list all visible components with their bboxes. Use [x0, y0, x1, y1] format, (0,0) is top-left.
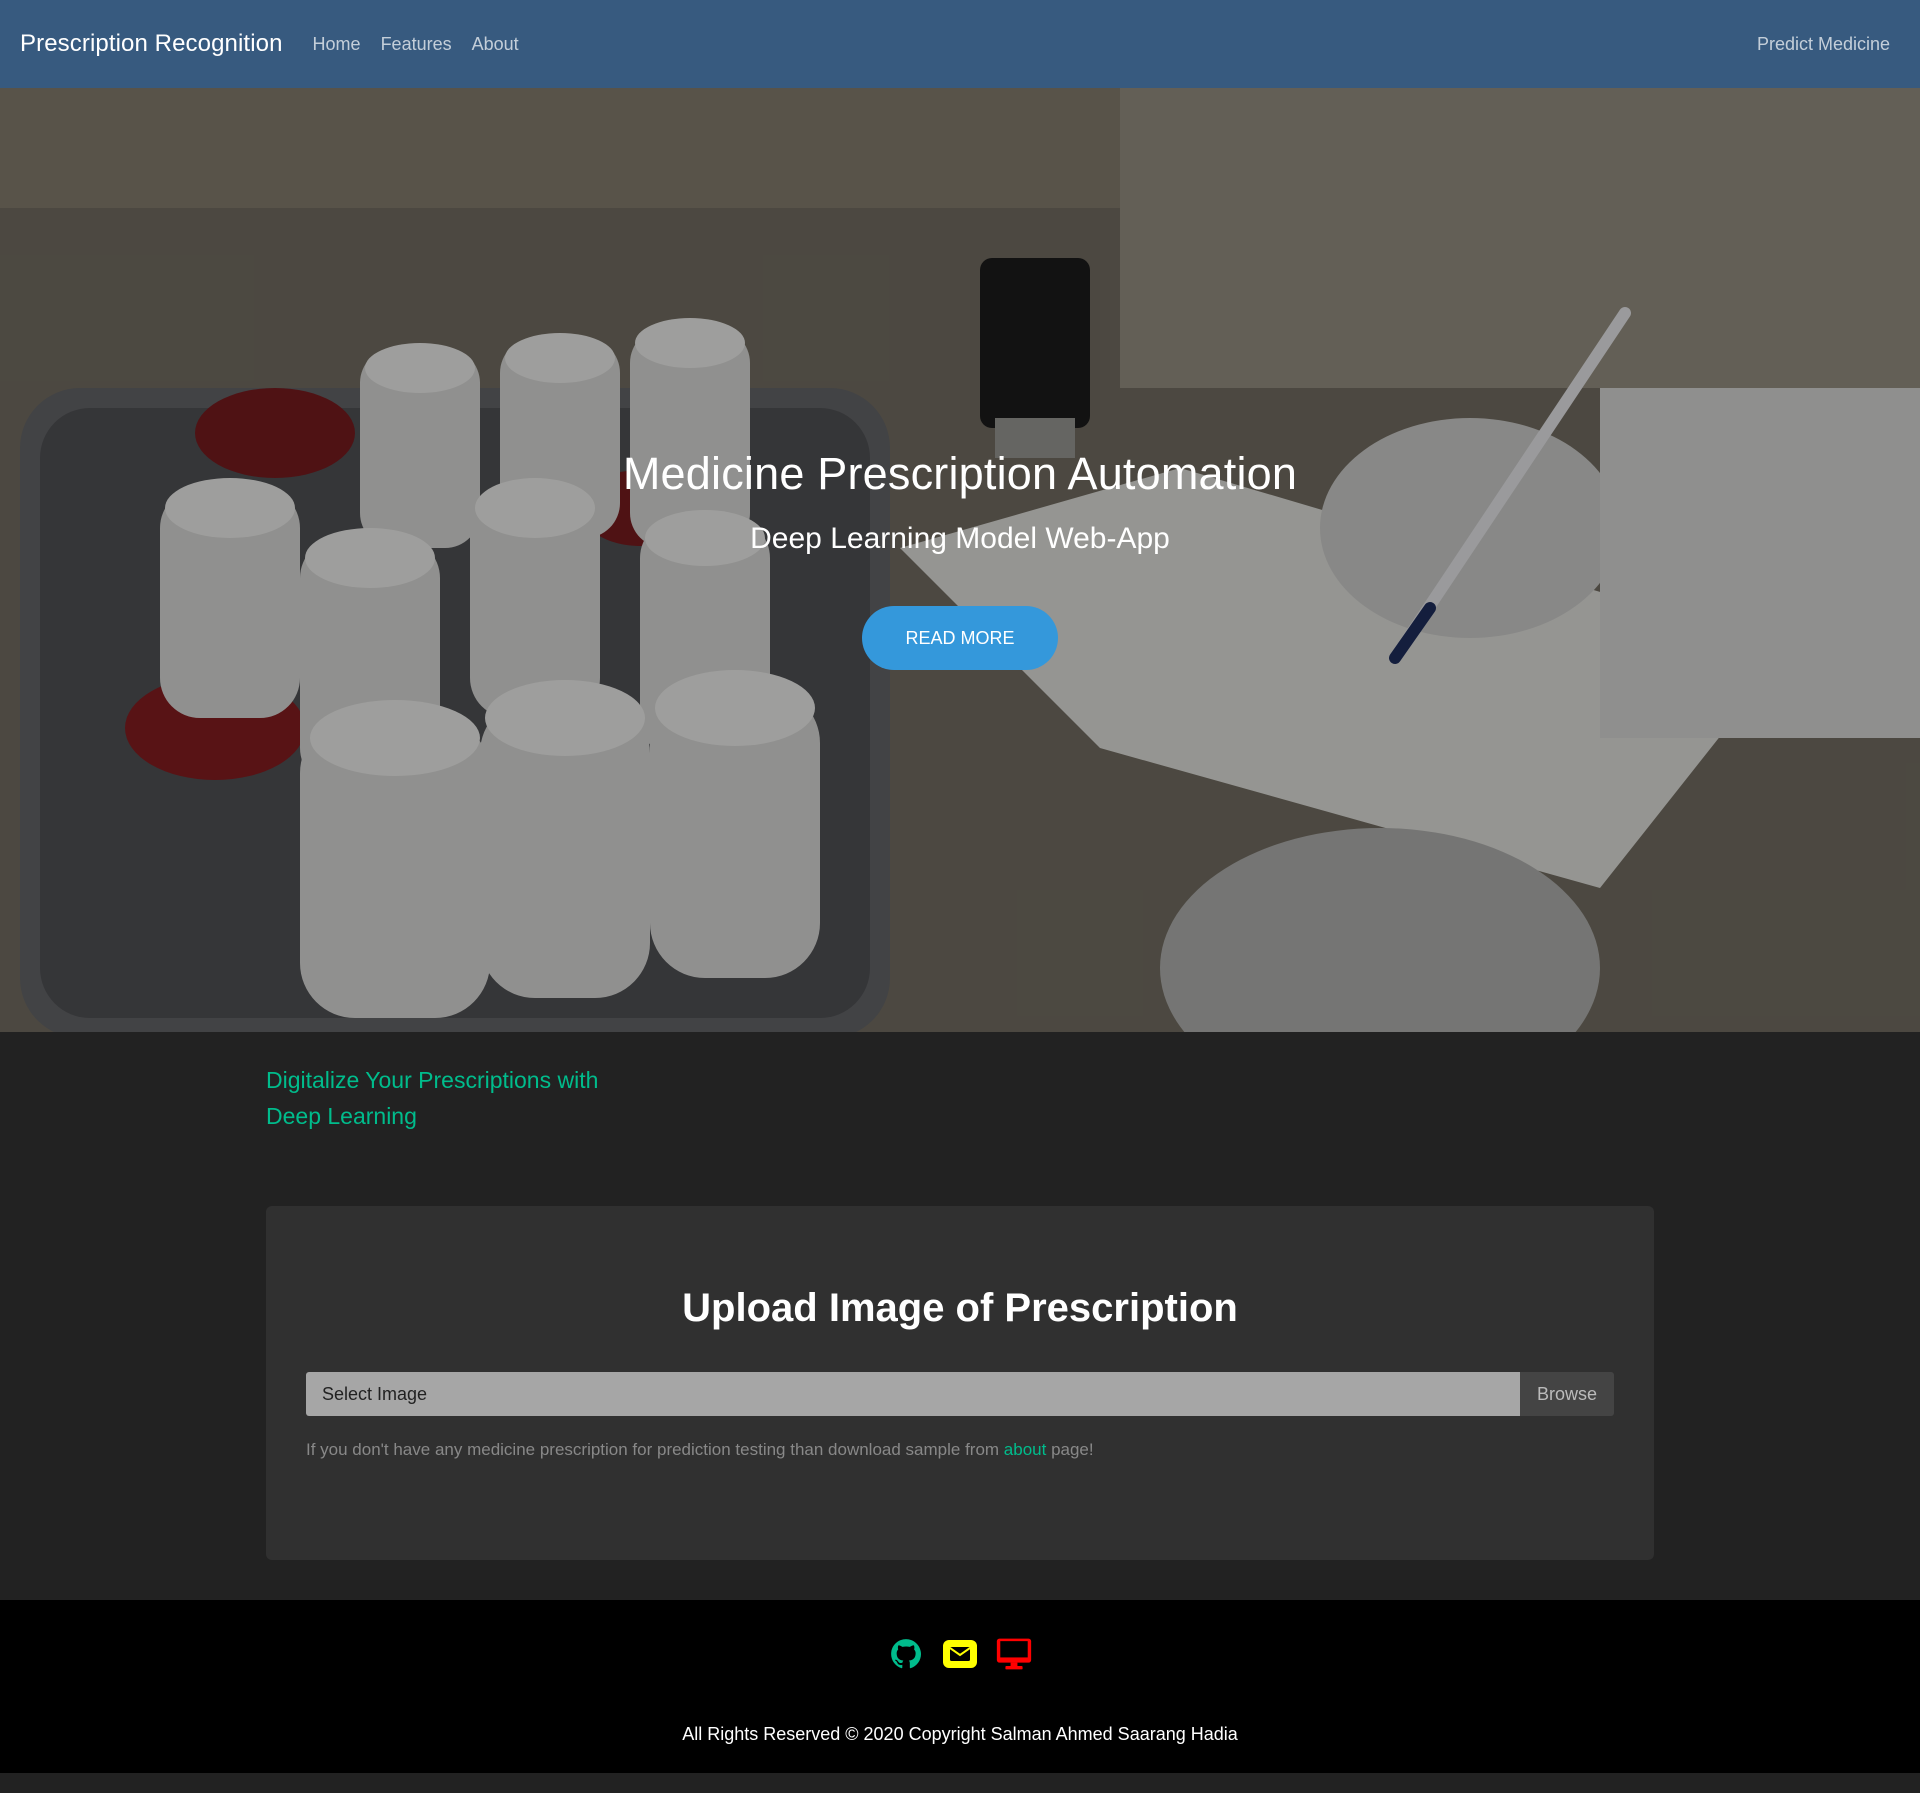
- about-link[interactable]: about: [1004, 1440, 1047, 1459]
- hero-title: Medicine Prescription Automation: [622, 448, 1298, 499]
- hero-section: Medicine Prescription Automation Deep Le…: [0, 88, 1920, 1032]
- read-more-button[interactable]: READ MORE: [862, 606, 1058, 670]
- bottom-strip: [0, 1773, 1920, 1793]
- file-upload-field[interactable]: Select Image Browse: [306, 1372, 1614, 1416]
- footer-icons: [0, 1636, 1920, 1672]
- hero-subtitle: Deep Learning Model Web-App: [750, 522, 1170, 555]
- footer-copyright: All Rights Reserved © 2020 Copyright Sal…: [682, 1724, 1238, 1744]
- tagline: Digitalize Your Prescriptions with Deep …: [266, 1067, 599, 1129]
- main-section: Digitalize Your Prescriptions with Deep …: [0, 1032, 1920, 1600]
- help-text: If you don't have any medicine prescript…: [306, 1440, 1094, 1460]
- github-icon[interactable]: [888, 1636, 924, 1672]
- nav-link-predict-medicine[interactable]: Predict Medicine: [1757, 34, 1890, 55]
- upload-title: Upload Image of Prescription: [682, 1286, 1238, 1330]
- help-text-before: If you don't have any medicine prescript…: [306, 1440, 1004, 1459]
- monitor-icon[interactable]: [996, 1636, 1032, 1672]
- help-text-after: page!: [1046, 1440, 1094, 1459]
- footer: All Rights Reserved © 2020 Copyright Sal…: [0, 1600, 1920, 1773]
- nav-link-features[interactable]: Features: [381, 34, 452, 55]
- hero-content: Medicine Prescription Automation Deep Le…: [0, 448, 1920, 670]
- brand-link[interactable]: Prescription Recognition: [20, 30, 283, 58]
- nav-link-about[interactable]: About: [472, 34, 519, 55]
- upload-card: Upload Image of Prescription Select Imag…: [266, 1206, 1654, 1560]
- nav-link-home[interactable]: Home: [313, 34, 361, 55]
- nav-links: Home Features About: [313, 34, 519, 55]
- browse-button[interactable]: Browse: [1520, 1372, 1614, 1416]
- mail-icon[interactable]: [942, 1636, 978, 1672]
- file-input[interactable]: Select Image: [306, 1372, 1520, 1416]
- navbar: Prescription Recognition Home Features A…: [0, 0, 1920, 88]
